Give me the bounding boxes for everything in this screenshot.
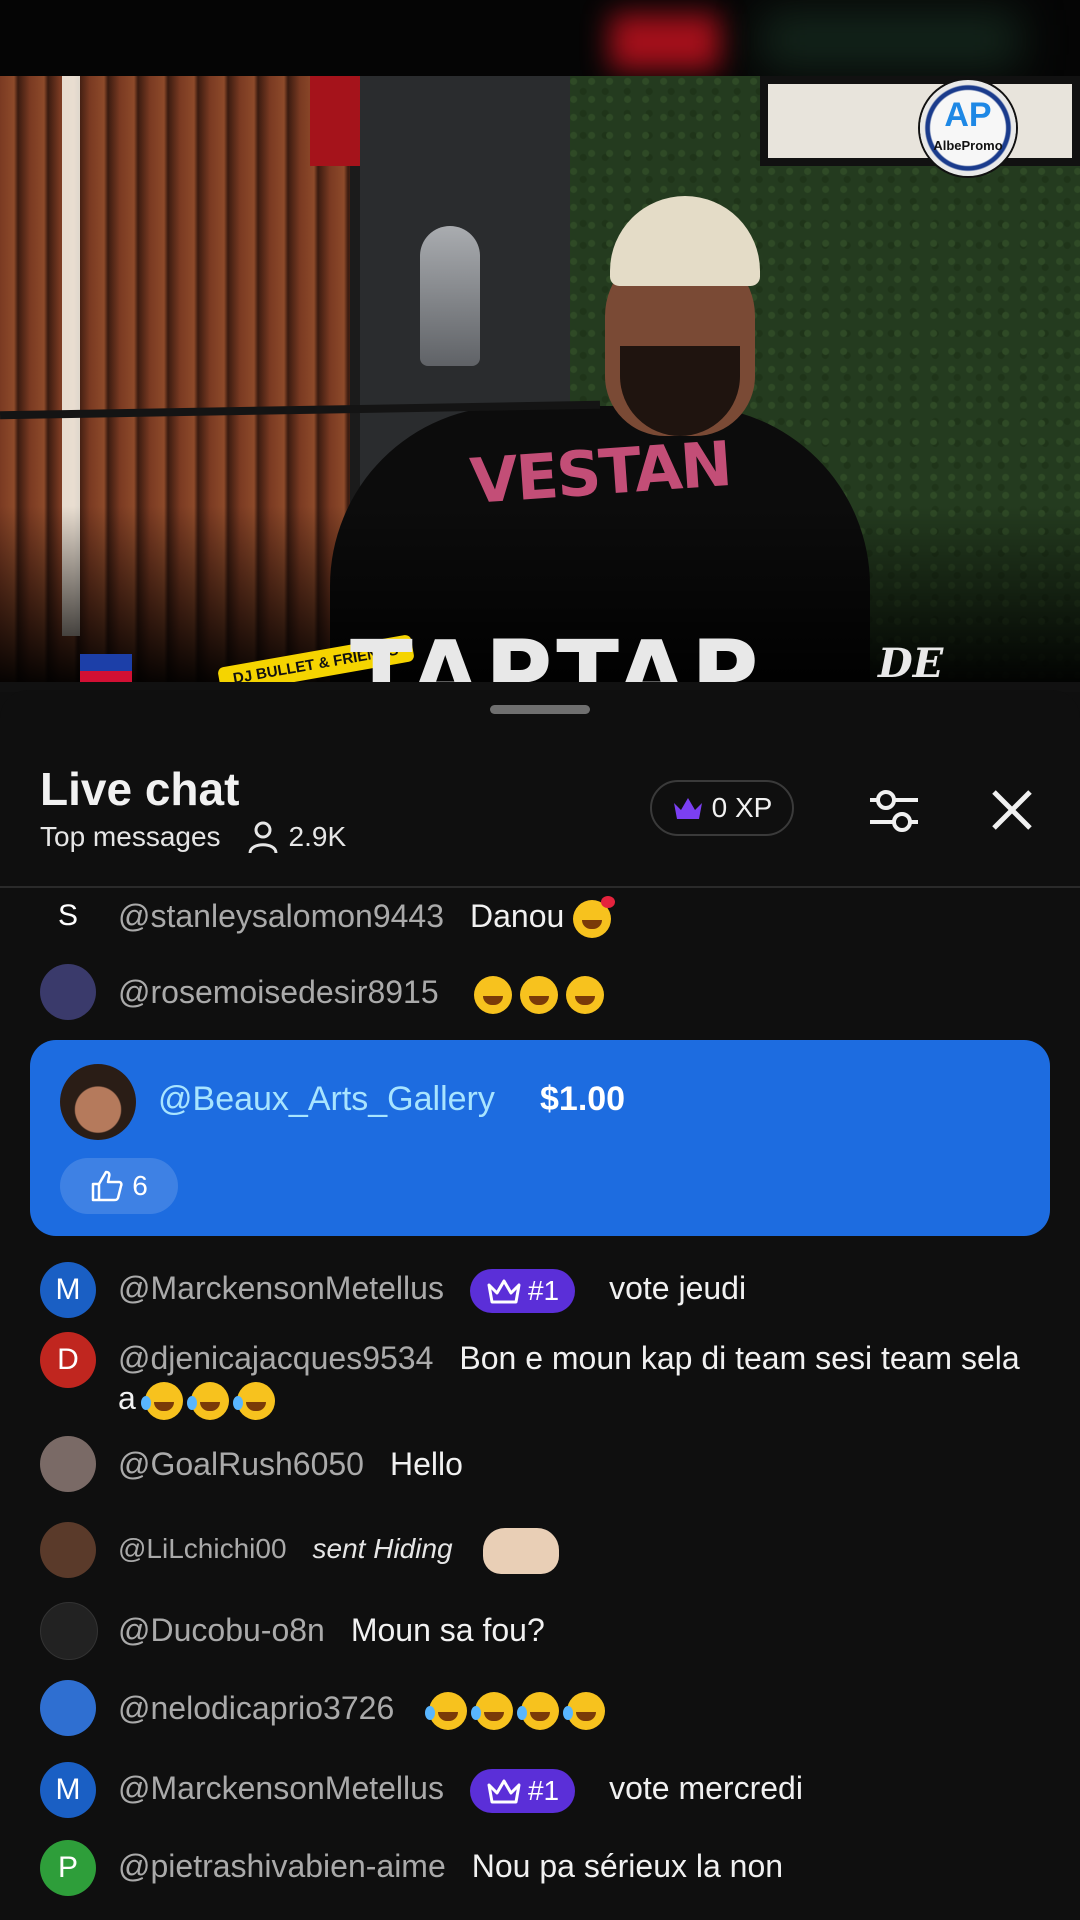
avatar-letter: M (55, 1273, 81, 1306)
xp-button[interactable]: 0 XP (650, 780, 794, 836)
avatar[interactable] (60, 1064, 136, 1140)
message-author[interactable]: @Ducobu-o8n (118, 1612, 325, 1648)
settings-sliders-icon[interactable] (862, 778, 926, 842)
message-text: Danou (470, 898, 565, 934)
trophy (420, 226, 480, 366)
tears-of-joy-emoji-icon (517, 1691, 560, 1730)
tears-of-joy-emoji-icon (186, 1381, 229, 1420)
crown-icon (673, 798, 702, 819)
crown-icon (487, 1279, 521, 1304)
xp-label: 0 XP (711, 792, 773, 823)
message-body: @stanleysalomon9443 Danou (118, 895, 1040, 938)
haiti-flag-icon (80, 654, 132, 682)
avatar[interactable] (40, 1602, 98, 1660)
message-text: Moun sa fou? (350, 1612, 545, 1648)
message-body: @Ducobu-o8n Moun sa fou? (118, 1610, 1040, 1650)
message-body: @LiLchichi00 sent Hiding (118, 1528, 1040, 1574)
hiding-sticker-icon (482, 1528, 559, 1574)
drag-handle[interactable] (490, 705, 590, 714)
show-title-overlay: TAPTAP (350, 621, 763, 682)
message-text: vote mercredi (609, 1770, 803, 1806)
like-button[interactable]: 6 (60, 1158, 178, 1214)
tears-of-joy-emoji-icon (425, 1691, 468, 1730)
smiling-hearts-emoji-icon (573, 895, 616, 938)
grin-emoji-icon (519, 975, 558, 1014)
message-text: Nou pa sérieux la non (471, 1848, 784, 1884)
message-body: @rosemoisedesir8915 (118, 972, 1040, 1014)
avatar[interactable] (40, 1436, 96, 1492)
avatar[interactable] (40, 964, 96, 1020)
grin-emoji-icon (565, 975, 604, 1014)
thumbs-up-icon (91, 1170, 123, 1202)
tears-of-joy-emoji-icon (140, 1381, 183, 1420)
super-chat-amount: $1.00 (540, 1080, 626, 1118)
member-badge: #1 (469, 1768, 576, 1813)
viewer-count: 2.9K (288, 821, 347, 852)
avatar[interactable] (40, 1522, 96, 1578)
avatar-letter: P (57, 1851, 78, 1884)
tears-of-joy-emoji-icon (563, 1691, 606, 1730)
status-bar-glow (760, 10, 1020, 70)
like-count: 6 (132, 1170, 148, 1201)
status-bar (0, 0, 1080, 76)
message-author[interactable]: @MarckensonMetellus (118, 1770, 444, 1806)
avatar-letter: M (55, 1773, 81, 1806)
message-author[interactable]: @pietrashivabien-aime (118, 1848, 446, 1884)
message-author[interactable]: @MarckensonMetellus (118, 1270, 444, 1306)
member-badge: #1 (469, 1268, 576, 1313)
chat-mode-selector[interactable]: Top messages (40, 821, 221, 853)
member-rank: #1 (527, 1274, 560, 1306)
avatar[interactable] (40, 1680, 96, 1736)
avatar[interactable]: S (40, 888, 96, 944)
message-body: @djenicajacques9534 Bon e moun kap di tea… (118, 1338, 1040, 1420)
message-body: @MarckensonMetellus #1 vote jeudi (118, 1268, 1040, 1313)
chat-subtitle: Top messages 2.9K (40, 820, 346, 854)
avatar-letter: D (57, 1343, 79, 1376)
status-bar-glow (610, 14, 720, 70)
avatar[interactable]: M (40, 1262, 96, 1318)
avatar-letter: S (57, 899, 78, 932)
channel-logo-initials: AP (944, 96, 992, 134)
message-body: @MarckensonMetellus #1 vote mercredi (118, 1768, 1040, 1813)
tears-of-joy-emoji-icon (471, 1691, 514, 1730)
super-chat-author[interactable]: @Beaux_Arts_Gallery (158, 1080, 495, 1119)
message-author[interactable]: @djenicajacques9534 (118, 1340, 433, 1376)
live-chat-panel: Live chat Top messages 2.9K 0 XP S @stan… (0, 690, 1080, 1920)
message-author[interactable]: @nelodicaprio3726 (118, 1690, 394, 1726)
message-body: @nelodicaprio3726 (118, 1688, 1040, 1730)
channel-logo-name: AlbePromo (933, 138, 1003, 153)
member-rank: #1 (527, 1774, 560, 1806)
message-author[interactable]: @LiLchichi00 (118, 1533, 287, 1564)
message-text: Hello (389, 1446, 463, 1482)
grin-emoji-icon (473, 975, 512, 1014)
avatar[interactable]: D (40, 1332, 96, 1388)
message-author[interactable]: @GoalRush6050 (118, 1446, 364, 1482)
video-player[interactable]: VESTAN DJ BULLET & FRIENDS TAPTAP DE TOU… (0, 76, 1080, 682)
corner-logo: DE TOUT& (878, 640, 1043, 683)
message-author[interactable]: @stanleysalomon9443 (118, 898, 444, 934)
message-text: sent Hiding (312, 1533, 453, 1565)
chat-divider (0, 886, 1080, 888)
person-icon (248, 821, 278, 854)
avatar[interactable]: M (40, 1762, 96, 1818)
close-icon[interactable] (980, 778, 1044, 842)
message-author[interactable]: @rosemoisedesir8915 (118, 974, 439, 1010)
super-chat-card[interactable]: @Beaux_Arts_Gallery $1.00 6 (30, 1040, 1050, 1236)
message-body: @pietrashivabien-aime Nou pa sérieux la n… (118, 1846, 1040, 1886)
channel-logo[interactable]: AP AlbePromo (920, 80, 1016, 176)
message-body: @GoalRush6050 Hello (118, 1444, 1040, 1484)
tears-of-joy-emoji-icon (232, 1381, 275, 1420)
crown-icon (487, 1779, 521, 1804)
chat-title: Live chat (40, 763, 240, 815)
avatar[interactable]: P (40, 1840, 96, 1896)
message-text: vote jeudi (609, 1270, 747, 1306)
